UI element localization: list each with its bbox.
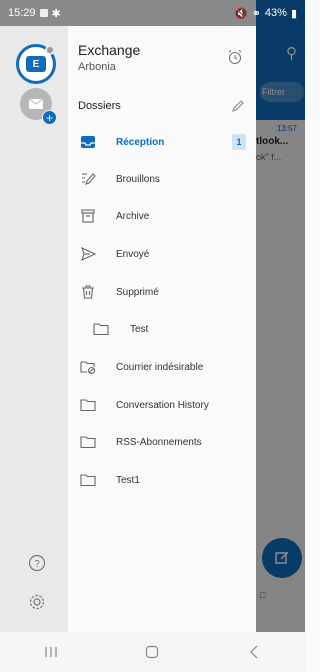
mail-icon [28,98,44,109]
home-icon [146,645,159,659]
battery-icon: ▮ [290,7,297,20]
folder-item-rss-abonnements[interactable]: RSS-Abonnements [68,427,256,457]
folder-label: Test1 [116,474,140,486]
unread-count-badge: 1 [232,134,246,150]
folder-item-envoye[interactable]: Envoyé [68,239,256,269]
folder-label: Réception [116,136,165,148]
gear-icon [29,594,45,610]
account-org: Arbonia [78,61,116,73]
alarm-icon [228,50,242,65]
account-rail: E + ? [0,26,68,632]
folder-label: Brouillons [116,173,160,185]
exchange-logo-icon: E [26,56,46,72]
system-navigation-bar [0,632,305,672]
edit-folders-button[interactable] [228,96,248,116]
folder-item-test1[interactable]: Test1 [68,465,256,495]
status-time: 15:29 [8,7,36,19]
wifi-icon: ⚭ [251,7,261,20]
home-button[interactable] [137,640,167,664]
folder-icon [79,433,97,451]
do-not-disturb-button[interactable] [224,46,246,68]
pencil-icon [232,100,244,112]
inbox-icon [79,133,97,151]
folder-drawer: Exchange Arbonia Dossiers Réception 1 Br… [68,26,256,632]
folder-label: Test [130,323,149,335]
notification-icon [39,9,48,17]
back-icon [250,645,258,659]
folder-icon [79,471,97,489]
folder-label: Courrier indésirable [116,361,204,373]
folder-label: RSS-Abonnements [116,436,202,448]
recent-apps-button[interactable] [36,640,66,664]
scrim-overlay[interactable] [256,0,305,632]
folder-item-conversation-history[interactable]: Conversation History [68,390,256,420]
account-status-dot [45,45,55,55]
folder-item-supprime[interactable]: Supprimé [68,277,256,307]
account-header: Exchange Arbonia [78,42,248,82]
folder-label: Archive [116,210,150,222]
folder-label: Envoyé [116,248,150,260]
plus-icon: + [42,110,57,125]
folder-icon [92,320,110,338]
add-account-button[interactable]: + [20,88,57,125]
folder-label: Supprimé [116,286,159,298]
help-button[interactable]: ? [24,550,50,576]
settings-button[interactable] [24,589,50,615]
exchange-account-button[interactable]: E [16,44,56,84]
help-icon: ? [28,554,46,572]
mute-icon: 🔇 [233,7,248,20]
trash-icon [79,283,97,301]
folder-icon [79,396,97,414]
folder-label: Conversation History [116,399,209,411]
folder-item-courrier-indesirable[interactable]: Courrier indésirable [68,352,256,382]
folders-header: Dossiers [78,96,248,116]
svg-text:?: ? [34,559,40,570]
drafts-icon [79,170,97,188]
folder-item-reception[interactable]: Réception 1 [68,127,256,157]
folder-item-brouillons[interactable]: Brouillons [68,164,256,194]
archive-icon [79,207,97,225]
account-name: Exchange [78,42,141,58]
back-button[interactable] [239,640,269,664]
folders-title: Dossiers [78,100,121,112]
folder-item-test[interactable]: Test [68,314,256,344]
folder-item-archive[interactable]: Archive [68,201,256,231]
battery-level: 43% [264,7,287,19]
sent-icon [79,245,97,263]
recent-apps-icon [45,647,57,657]
status-bar: 15:29 ✱ 🔇 ⚭ 43% ▮ [0,0,305,26]
settings-status-icon: ✱ [51,7,61,20]
junk-icon [79,358,97,376]
